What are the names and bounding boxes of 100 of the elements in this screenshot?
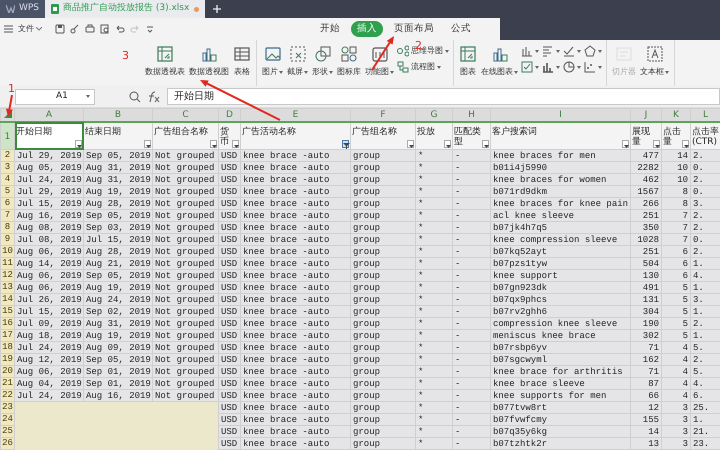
- filter-button[interactable]: [75, 140, 82, 148]
- zoom-icon[interactable]: [129, 90, 141, 102]
- header-label: 货币: [220, 126, 230, 146]
- menu-icon[interactable]: [4, 25, 13, 33]
- filter-button[interactable]: [342, 140, 349, 148]
- save-icon[interactable]: [55, 24, 65, 34]
- row-number[interactable]: 8: [0, 222, 14, 234]
- ribbon-button[interactable]: 数据透视表: [144, 45, 186, 78]
- ribbon-button[interactable]: 数据透视图: [188, 45, 230, 78]
- filter-button[interactable]: [622, 140, 629, 148]
- table-cell: Jul 15, 2019: [14, 306, 84, 318]
- ribbon-tab[interactable]: 公式: [445, 20, 477, 38]
- row-number[interactable]: 18: [0, 342, 14, 354]
- table-cell: Not grouped: [152, 234, 218, 246]
- table-cell: group: [350, 390, 416, 402]
- share-icon[interactable]: [70, 24, 80, 34]
- ribbon-tab[interactable]: 页面布局: [388, 20, 440, 38]
- row-number[interactable]: 21: [0, 378, 14, 390]
- ribbon-button[interactable]: [584, 61, 602, 73]
- filter-button[interactable]: [444, 140, 451, 148]
- column-letter[interactable]: K: [662, 108, 690, 122]
- row-number[interactable]: 5: [0, 186, 14, 198]
- filter-button[interactable]: [232, 140, 239, 148]
- customize-icon[interactable]: [145, 24, 155, 34]
- column-letter[interactable]: G: [416, 108, 452, 122]
- ribbon-button[interactable]: [584, 45, 602, 57]
- table-cell: Not grouped: [152, 342, 218, 354]
- column-letter[interactable]: F: [350, 108, 416, 122]
- row-number[interactable]: 1: [0, 122, 14, 150]
- function-icon[interactable]: [147, 90, 161, 102]
- row-number[interactable]: 22: [0, 390, 14, 402]
- ribbon-button[interactable]: 形状: [311, 45, 334, 78]
- row-number[interactable]: 17: [0, 330, 14, 342]
- file-menu[interactable]: 文件: [18, 23, 42, 35]
- row-number[interactable]: 26: [0, 438, 14, 450]
- filter-button[interactable]: [407, 140, 414, 148]
- column-letter[interactable]: H: [452, 108, 490, 122]
- column-letter[interactable]: C: [152, 108, 218, 122]
- ribbon-button[interactable]: 图标库: [336, 45, 362, 78]
- ribbon-button[interactable]: 流程图: [397, 61, 449, 73]
- column-letter[interactable]: J: [630, 108, 662, 122]
- dashed-frame-icon: [288, 45, 306, 63]
- ribbon-button[interactable]: [521, 45, 539, 57]
- ribbon-button[interactable]: 表格: [232, 45, 252, 78]
- column-letter[interactable]: I: [490, 108, 630, 122]
- table-cell: Aug 06, 2019: [14, 246, 84, 258]
- row-number[interactable]: 11: [0, 258, 14, 270]
- row-number[interactable]: 14: [0, 294, 14, 306]
- table-cell: knee support: [490, 270, 630, 282]
- row-number[interactable]: 20: [0, 366, 14, 378]
- ribbon-button[interactable]: [521, 61, 539, 73]
- ribbon-tab[interactable]: 开始: [314, 20, 346, 38]
- row-number[interactable]: 25: [0, 426, 14, 438]
- table-cell: group: [350, 354, 416, 366]
- header-label: 展现量: [632, 126, 651, 146]
- column-letter[interactable]: L: [690, 108, 720, 122]
- name-box[interactable]: A1: [15, 88, 95, 104]
- row-number[interactable]: 6: [0, 198, 14, 210]
- row-number[interactable]: 9: [0, 234, 14, 246]
- ribbon-button[interactable]: 在线图表: [480, 45, 519, 78]
- row-number[interactable]: 4: [0, 174, 14, 186]
- ribbon-button[interactable]: 功能图: [364, 45, 395, 78]
- tab[interactable]: WPS: [0, 0, 45, 18]
- column-letter[interactable]: B: [84, 108, 152, 122]
- formula-input[interactable]: 开始日期: [167, 88, 720, 105]
- ribbon-button[interactable]: 文本框: [639, 45, 670, 78]
- ribbon-button[interactable]: 截屏: [286, 45, 309, 78]
- table-cell: group: [350, 282, 416, 294]
- row-number[interactable]: 24: [0, 414, 14, 426]
- table-cell: Sep 02, 2019: [84, 306, 152, 318]
- preview-icon[interactable]: [100, 24, 110, 34]
- filter-button[interactable]: [682, 140, 689, 148]
- table-cell: group: [350, 342, 416, 354]
- row-number[interactable]: 2: [0, 150, 14, 162]
- column-letter[interactable]: D: [218, 108, 240, 122]
- row-number[interactable]: 16: [0, 318, 14, 330]
- filter-button[interactable]: [653, 140, 660, 148]
- row-number[interactable]: 7: [0, 210, 14, 222]
- filter-button[interactable]: [210, 140, 217, 148]
- ribbon-button[interactable]: [563, 45, 581, 57]
- table-cell: Aug 18, 2019: [14, 330, 84, 342]
- column-letter[interactable]: A: [14, 108, 84, 122]
- row-number[interactable]: 12: [0, 270, 14, 282]
- filter-button[interactable]: [144, 140, 151, 148]
- undo-icon[interactable]: [115, 24, 125, 34]
- ribbon-button[interactable]: [542, 61, 560, 73]
- column-letter[interactable]: E: [240, 108, 350, 122]
- row-number[interactable]: 13: [0, 282, 14, 294]
- row-number[interactable]: 3: [0, 162, 14, 174]
- ribbon-button[interactable]: [542, 45, 560, 57]
- table-cell: Aug 05, 2019: [14, 162, 84, 174]
- filter-button[interactable]: [482, 140, 489, 148]
- ribbon-button[interactable]: 图片: [261, 45, 284, 78]
- print-icon[interactable]: [85, 24, 95, 34]
- ribbon-button[interactable]: [563, 61, 581, 73]
- row-number[interactable]: 19: [0, 354, 14, 366]
- row-number[interactable]: 23: [0, 402, 14, 414]
- row-number[interactable]: 10: [0, 246, 14, 258]
- row-number[interactable]: 15: [0, 306, 14, 318]
- ribbon-button[interactable]: 图表: [458, 45, 478, 78]
